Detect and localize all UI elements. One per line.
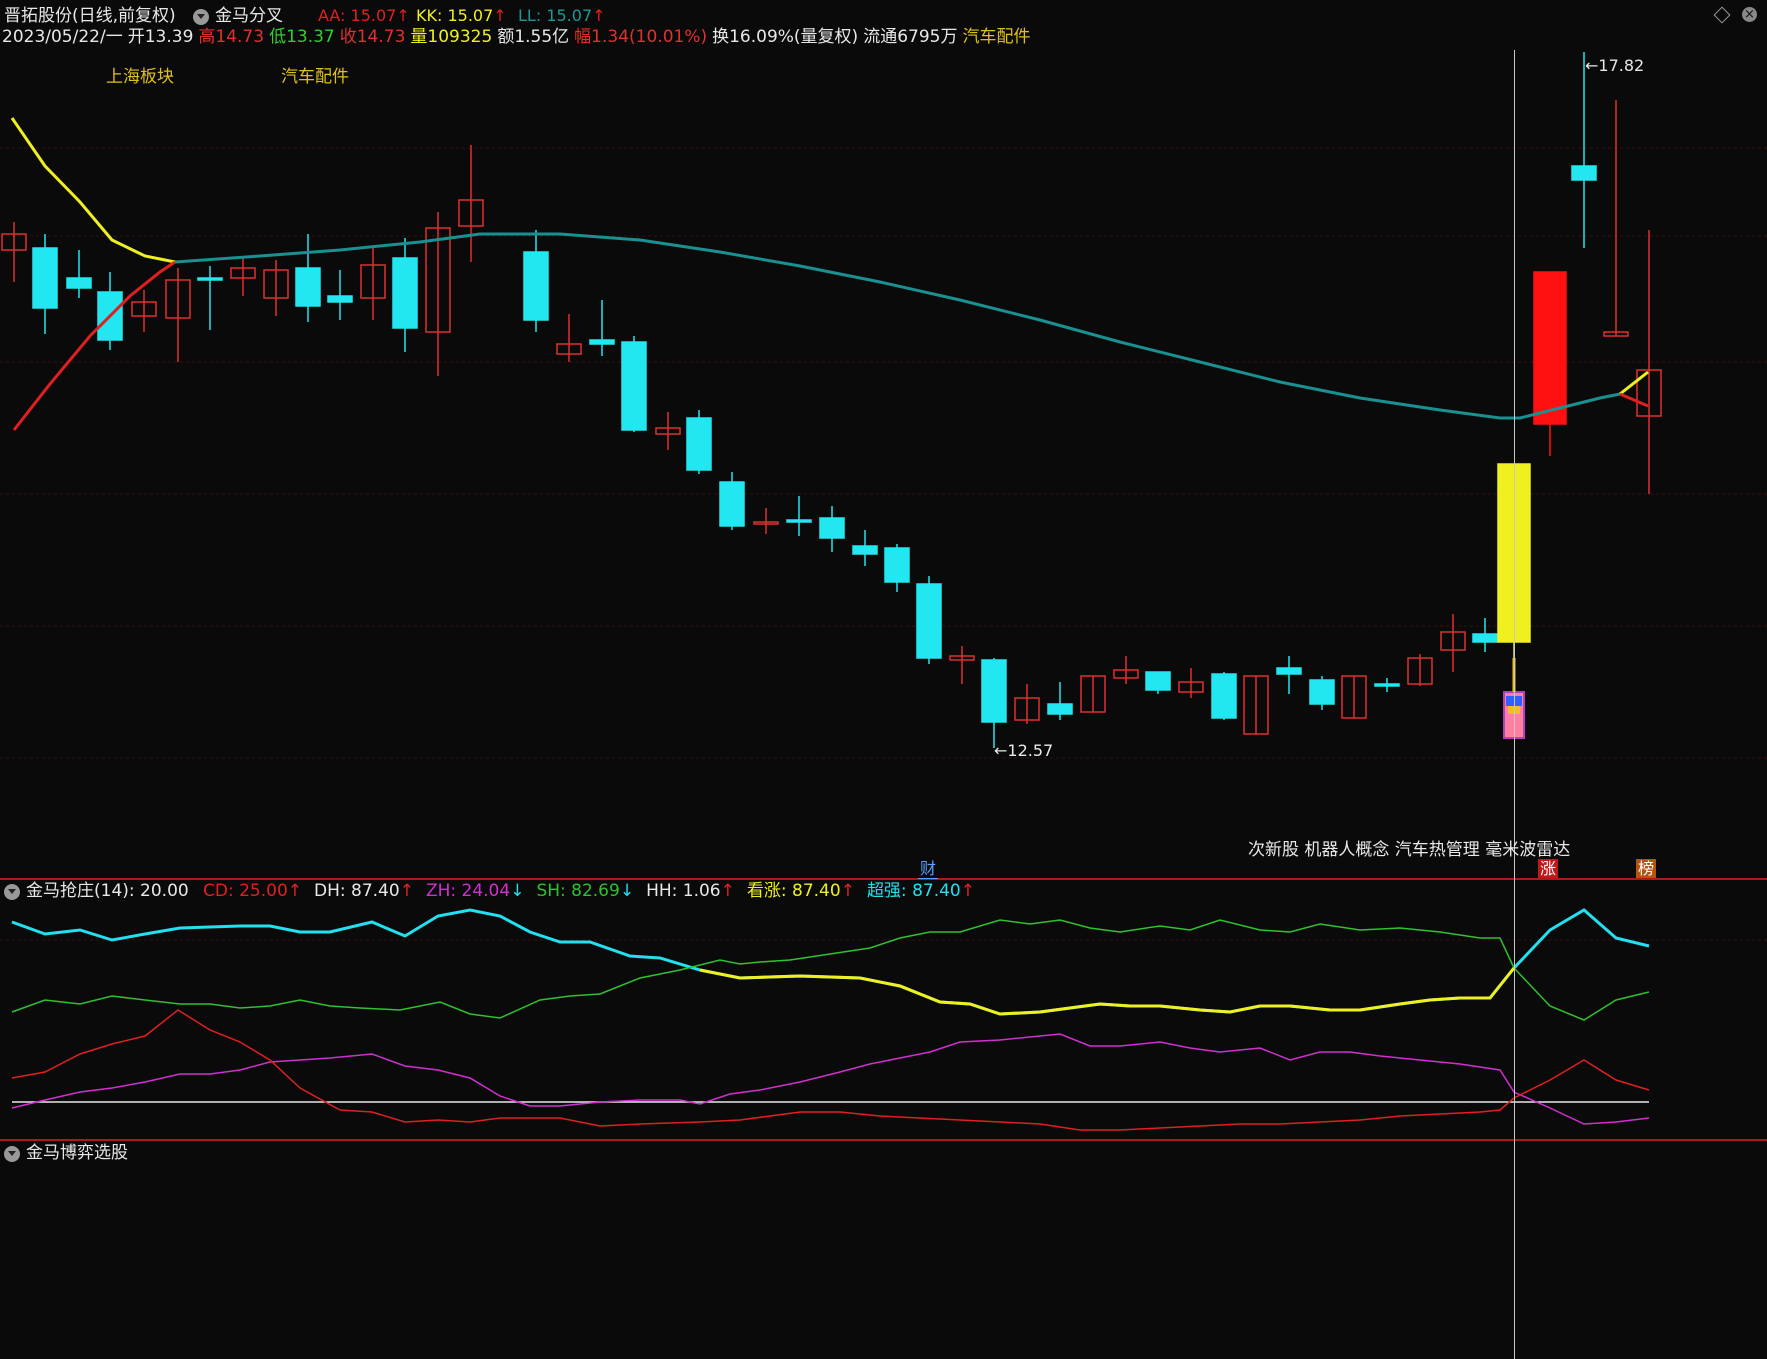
candle-body-23 <box>786 519 812 523</box>
sub1-cyan-line <box>11 908 1650 1016</box>
candle-body-46 <box>1533 271 1567 425</box>
info-amount: 额1.55亿 <box>497 27 570 47</box>
info-volume: 量109325 <box>410 27 493 47</box>
low-price-value: 12.57 <box>1007 741 1054 760</box>
panel-separator-2 <box>0 1139 1767 1141</box>
arrow-down-icon: ↓ <box>510 881 525 901</box>
crosshair-line <box>1514 50 1515 1359</box>
arrow-up-icon: ↑ <box>960 881 975 901</box>
sector-tag-industry[interactable]: 汽车配件 <box>281 69 349 86</box>
sub1-readout-5: 看涨: 87.40↑ <box>746 881 855 901</box>
arrow-up-icon: ↑ <box>720 881 735 901</box>
arrow-up-icon: ↑ <box>399 881 414 901</box>
limit-up-badge[interactable]: 涨 <box>1538 859 1559 878</box>
arrow-left-icon: ← <box>1585 56 1599 75</box>
sub1-readout-2: ZH: 24.04↓ <box>425 881 525 901</box>
candle-body-24 <box>819 517 845 539</box>
panel-separator-1 <box>0 878 1767 880</box>
arrow-down-icon: ↓ <box>619 881 635 901</box>
info-low: 低13.37 <box>269 27 335 47</box>
candle-body-20 <box>686 417 712 471</box>
sub1-readout-0: CD: 25.00↑ <box>203 881 303 901</box>
candle-body-17 <box>589 339 615 345</box>
info-open: 开13.39 <box>127 27 194 47</box>
candle-body-25 <box>852 545 878 555</box>
indicator-menu-icon[interactable] <box>193 9 209 25</box>
aa-readout: AA: 15.07↑ <box>318 8 410 24</box>
high-price-value: 17.82 <box>1598 56 1645 75</box>
ll-label: LL: <box>518 6 542 25</box>
candle-body-2 <box>66 277 92 289</box>
candle-body-38 <box>1276 667 1302 675</box>
stock-title[interactable]: 晋拓股份(日线,前复权) <box>4 8 176 25</box>
candle-body-26 <box>884 547 910 583</box>
kk-readout: KK: 15.07↑ <box>416 8 507 24</box>
candle-body-39 <box>1309 679 1335 705</box>
candle-body-27 <box>916 583 942 659</box>
info-turnover: 换16.09%(量复权) <box>712 27 859 47</box>
candle-body-12 <box>392 257 418 329</box>
indicator-name[interactable]: 金马分叉 <box>215 8 283 25</box>
candle-body-47 <box>1571 165 1597 181</box>
ma-yellow-line <box>10 117 176 264</box>
concept-tags[interactable]: 次新股 机器人概念 汽车热管理 毫米波雷达 <box>1248 842 1570 859</box>
sub1-menu-icon[interactable] <box>4 884 20 900</box>
sub2-menu-icon[interactable] <box>4 1146 20 1162</box>
candle-body-29 <box>981 659 1007 723</box>
info-close: 收14.73 <box>339 27 406 47</box>
sub1-title-param: : 20.00 <box>128 881 189 901</box>
candle-body-6 <box>197 277 223 281</box>
kk-value: 15.07 <box>447 6 494 25</box>
sub1-readout-6: 超强: 87.40↑ <box>866 881 975 901</box>
sub1-title[interactable]: 金马抢庄(14): 20.00 <box>26 883 189 900</box>
ll-arrow-icon: ↑ <box>592 6 606 25</box>
candle-body-18 <box>621 341 647 431</box>
aa-label: AA: <box>318 6 346 25</box>
ma-line <box>174 232 1621 420</box>
candle-body-21 <box>719 481 745 527</box>
candle-body-31 <box>1047 703 1073 715</box>
kk-arrow-icon: ↑ <box>493 6 507 25</box>
sub1-red-line <box>11 1009 1650 1131</box>
candle-body-1 <box>32 247 58 309</box>
arrow-left-icon: ← <box>994 741 1008 760</box>
ll-value: 15.07 <box>546 6 593 25</box>
sector-tag-region[interactable]: 上海板块 <box>106 69 174 86</box>
ohlc-info-bar: 2023/05/22/一 开13.39 高14.73 低13.37 收14.73… <box>2 29 1035 46</box>
candle-body-9 <box>295 267 321 307</box>
sub1-yellow-line <box>699 967 1516 1016</box>
aa-value: 15.07 <box>350 6 397 25</box>
low-price-marker: ←12.57 <box>994 743 1053 759</box>
sub1-readout-3: SH: 82.69↓ <box>536 881 635 901</box>
ma-yellow-tail <box>1619 370 1649 396</box>
aa-arrow-icon: ↑ <box>396 6 410 25</box>
ll-readout: LL: 15.07↑ <box>518 8 606 24</box>
candle-body-34 <box>1145 671 1171 691</box>
candle-body-10 <box>327 295 353 303</box>
info-range: 幅1.34(10.01%) <box>574 27 708 47</box>
candle-body-36 <box>1211 673 1237 719</box>
arrow-up-icon: ↑ <box>840 881 855 901</box>
close-circle-icon[interactable]: × <box>1742 7 1757 22</box>
candle-body-41 <box>1374 683 1400 687</box>
candle-body-44 <box>1472 633 1498 643</box>
sub1-readout-4: HH: 1.06↑ <box>646 881 735 901</box>
arrow-up-icon: ↑ <box>287 881 303 901</box>
kk-label: KK: <box>416 6 443 25</box>
ma-red-tail <box>1619 392 1649 408</box>
rank-badge[interactable]: 榜 <box>1636 859 1657 878</box>
candlestick-chart[interactable] <box>0 0 1767 1359</box>
candle-body-15 <box>523 251 549 321</box>
sub1-magenta-line <box>11 1033 1650 1125</box>
info-high: 高14.73 <box>198 27 265 47</box>
high-price-marker: ←17.82 <box>1585 58 1644 74</box>
finance-badge[interactable]: 财 <box>918 859 939 879</box>
info-date: 2023/05/22/一 <box>2 27 123 47</box>
info-sector[interactable]: 汽车配件 <box>962 29 1030 46</box>
sub1-readout-1: DH: 87.40↑ <box>314 881 414 901</box>
info-float: 流通6795万 <box>863 27 958 47</box>
sub1-readouts: CD: 25.00↑ DH: 87.40↑ ZH: 24.04↓ SH: 82.69↓… <box>203 883 987 900</box>
sub2-title[interactable]: 金马博弈选股 <box>26 1145 128 1162</box>
sub1-title-name: 金马抢庄(14) <box>26 881 129 901</box>
